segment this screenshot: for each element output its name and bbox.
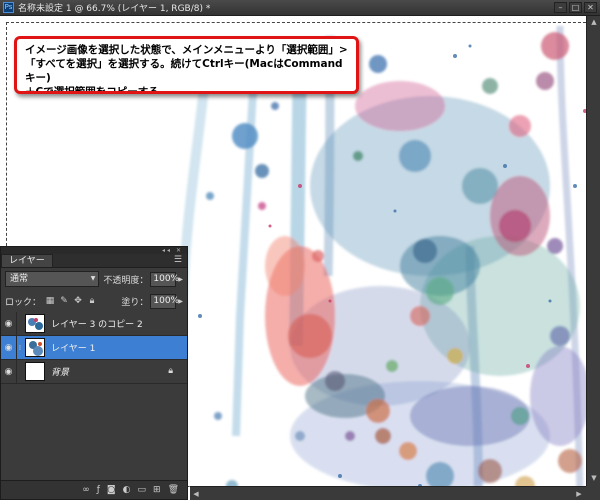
instruction-callout: イメージ画像を選択した状態で、メインメニューより「選択範囲」> 「すべてを選択」… xyxy=(14,36,359,94)
link-layers-icon[interactable]: ∞ xyxy=(82,485,90,495)
scroll-left-icon[interactable]: ◀ xyxy=(190,488,202,500)
panel-menu-icon[interactable]: ☰ xyxy=(174,255,182,265)
layer-name: 背景 xyxy=(51,368,70,378)
lock-all-icon[interactable]: 🔒︎ xyxy=(87,296,97,306)
lock-icon: 🔒︎ xyxy=(168,366,173,376)
layers-panel: ◂◂ ✕ レイヤー ☰ 通常 ▼ 不透明度： 100% ▶ ロック： ▦ ✎ ✥… xyxy=(0,246,188,500)
new-layer-icon[interactable]: ⊞ xyxy=(153,485,161,495)
instruction-line-2: 「すべてを選択」を選択する。続けてCtrlキー(MacはCommandキー) xyxy=(25,58,343,84)
visibility-eye-icon[interactable]: ◉ xyxy=(1,311,17,336)
adjustment-layer-icon[interactable]: ◐ xyxy=(123,485,131,495)
panel-bottom-toolbar: ∞ ƒ ◙ ◐ ▭ ⊞ 🗑︎ xyxy=(1,480,187,499)
document-title: 名称未設定 1 @ 66.7% (レイヤー 1, RGB/8) * xyxy=(18,4,211,14)
opacity-label: 不透明度： xyxy=(103,275,149,286)
minimize-button[interactable]: – xyxy=(554,2,567,13)
layer-name: レイヤー 1 xyxy=(51,344,96,354)
panel-top-bar: ◂◂ ✕ xyxy=(1,247,187,254)
layer-thumbnail xyxy=(25,314,45,333)
fill-slider-icon[interactable]: ▶ xyxy=(178,298,183,305)
fill-input[interactable]: 100% xyxy=(150,293,179,309)
layer-thumbnail xyxy=(25,338,45,357)
photoshop-app-icon: Ps xyxy=(3,2,14,13)
visibility-eye-icon[interactable]: ◉ xyxy=(1,359,17,384)
lock-position-icon[interactable]: ✥ xyxy=(73,296,83,306)
fill-label: 塗り： xyxy=(121,297,149,308)
scrollbar-corner xyxy=(586,486,600,500)
horizontal-scrollbar[interactable]: ◀ ▶ xyxy=(190,486,586,500)
lock-label: ロック： xyxy=(5,297,42,308)
layer-link-icon: ⁞ xyxy=(18,343,22,352)
layer-style-icon[interactable]: ƒ xyxy=(97,485,100,495)
instruction-line-3: ＋Cで選択範囲をコピーする。 xyxy=(25,86,170,94)
layer-name: レイヤー 3 のコピー 2 xyxy=(51,320,143,330)
panel-tab-bar: レイヤー ☰ xyxy=(1,254,187,268)
layer-row-background[interactable]: ◉ 背景 🔒︎ xyxy=(1,359,187,384)
blend-mode-select[interactable]: 通常 ▼ xyxy=(5,271,100,287)
chevron-down-icon: ▼ xyxy=(90,275,96,282)
panel-collapse-icon[interactable]: ◂◂ ✕ xyxy=(162,247,183,254)
scroll-right-icon[interactable]: ▶ xyxy=(573,488,585,500)
instruction-line-1: イメージ画像を選択した状態で、メインメニューより「選択範囲」> xyxy=(25,44,348,56)
delete-layer-icon[interactable]: 🗑︎ xyxy=(168,485,179,495)
layer-thumbnail xyxy=(25,362,45,381)
new-group-icon[interactable]: ▭ xyxy=(138,485,147,495)
vertical-scrollbar[interactable]: ▲ ▼ xyxy=(586,16,600,486)
maximize-button[interactable]: □ xyxy=(569,2,582,13)
close-button[interactable]: ✕ xyxy=(584,2,597,13)
lock-image-pixels-icon[interactable]: ✎ xyxy=(59,296,69,306)
blend-opacity-row: 通常 ▼ 不透明度： 100% ▶ xyxy=(1,268,187,290)
lock-fill-row: ロック： ▦ ✎ ✥ 🔒︎ 塗り： 100% ▶ xyxy=(1,290,187,312)
add-mask-icon[interactable]: ◙ xyxy=(107,485,116,495)
document-title-bar: Ps 名称未設定 1 @ 66.7% (レイヤー 1, RGB/8) * – □… xyxy=(0,0,600,16)
tab-layers[interactable]: レイヤー xyxy=(1,254,53,267)
opacity-input[interactable]: 100% xyxy=(150,271,179,287)
layer-row-selected[interactable]: ◉ ⁞ レイヤー 1 xyxy=(1,335,187,360)
layer-row[interactable]: ◉ レイヤー 3 のコピー 2 xyxy=(1,311,187,336)
visibility-eye-icon[interactable]: ◉ xyxy=(1,335,17,360)
blend-mode-value: 通常 xyxy=(10,274,29,284)
lock-transparent-pixels-icon[interactable]: ▦ xyxy=(45,296,55,306)
scroll-up-icon[interactable]: ▲ xyxy=(588,16,600,28)
opacity-slider-icon[interactable]: ▶ xyxy=(178,276,183,283)
scroll-down-icon[interactable]: ▼ xyxy=(588,472,600,484)
